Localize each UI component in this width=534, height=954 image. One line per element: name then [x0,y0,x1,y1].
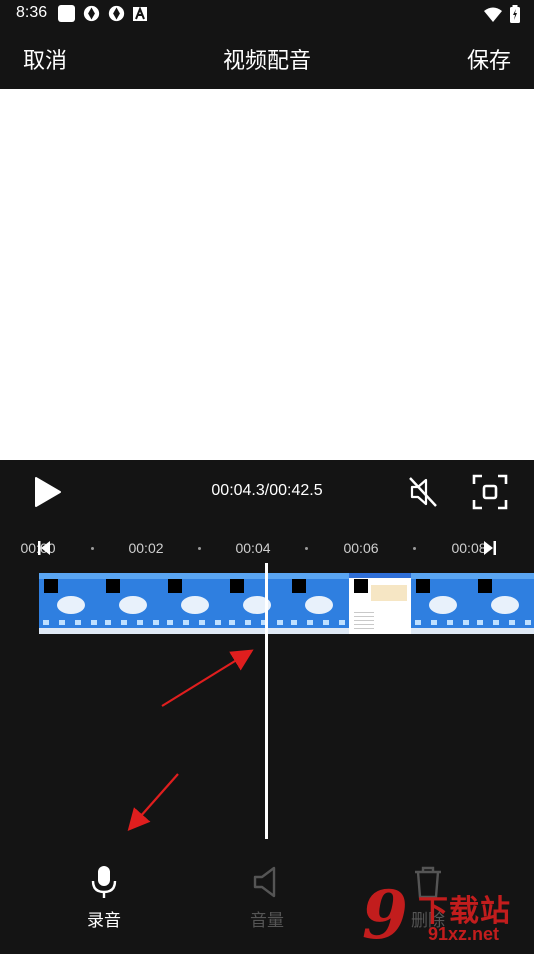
status-time: 8:36 [16,4,48,21]
fullscreen-icon [472,474,508,510]
tick-dot [91,547,94,550]
timeline-frame [39,573,101,634]
playhead[interactable] [265,563,268,839]
video-timeline-strip[interactable] [39,573,534,634]
tick-label: 00:04 [235,540,271,556]
square-notification-icon [58,5,75,22]
video-preview[interactable] [0,89,534,460]
save-button[interactable]: 保存 [467,43,511,75]
volume-button[interactable]: 音量 [222,864,312,931]
tick-dot [305,547,308,550]
battery-icon [510,5,520,23]
player-controls: 00:04.3/00:42.5 [0,460,534,528]
watermark-logo: 9 下载站 91xz.net [358,876,534,954]
status-icons-right [484,5,520,23]
mute-icon [409,477,437,507]
volume-label: 音量 [250,911,284,931]
record-label: 录音 [87,911,121,931]
status-icons-left [58,5,147,22]
aperture-icon [108,5,125,22]
end-marker-icon[interactable] [482,540,498,556]
watermark-domain: 91xz.net [428,924,500,944]
wifi-icon [484,7,502,22]
page-title: 视频配音 [222,49,311,74]
fullscreen-button[interactable] [471,473,509,511]
time-display: 00:04.3/00:42.5 [211,482,323,499]
annotation-arrow-record [127,773,179,831]
timeline-frame [287,573,349,634]
timeline-frame [163,573,225,634]
timeline-frame [411,573,473,634]
watermark-nine: 9 [362,876,408,954]
annotation-arrow-playhead [161,649,254,707]
tick-dot [198,547,201,550]
speaker-icon [253,866,276,898]
start-marker-icon[interactable] [36,540,52,556]
tick-label: 00:06 [343,540,379,556]
status-bar: 8:36 [0,0,534,28]
aperture-icon [83,5,100,22]
letter-a-icon [133,6,147,21]
timeline-frame [349,573,411,634]
record-button[interactable]: 录音 [59,864,149,931]
microphone-icon [91,866,117,898]
mute-button[interactable] [405,474,441,510]
timeline-frame [225,573,287,634]
tick-dot [413,547,416,550]
timeline-frame [473,573,534,634]
timeline-frame [101,573,163,634]
tick-label: 00:02 [128,540,164,556]
title-bar: 取消 视频配音 保存 [0,28,534,89]
